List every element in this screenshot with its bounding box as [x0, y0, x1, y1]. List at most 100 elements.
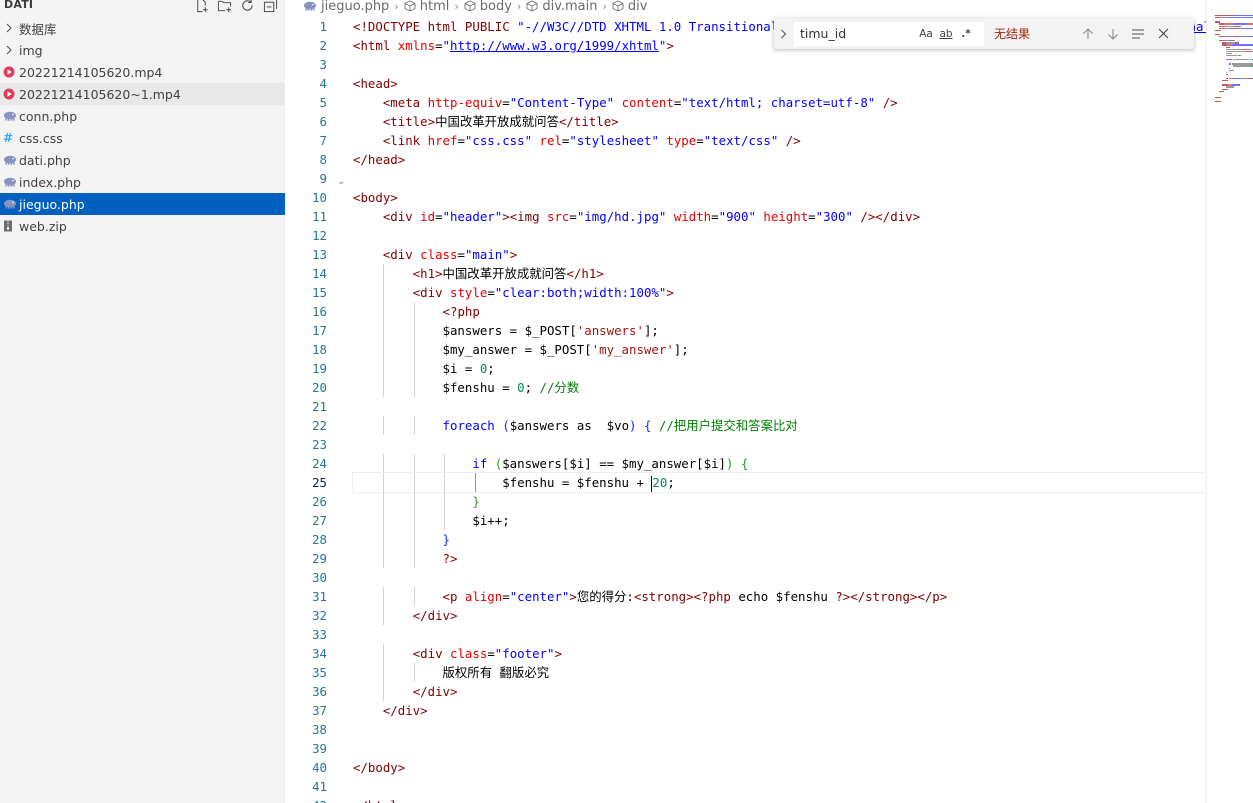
code-token: $i++;	[353, 513, 510, 528]
line-number: 22	[312, 418, 327, 433]
regex-icon[interactable]: .*	[956, 24, 976, 44]
chevron-right-icon[interactable]	[774, 18, 794, 49]
line-number: 21	[312, 399, 327, 414]
explorer-item-video[interactable]: 20221214105620~1.mp4	[0, 83, 285, 105]
code-line[interactable]: <link href="css.css" rel="stylesheet" ty…	[353, 131, 1206, 150]
code-token: /></div>	[860, 209, 921, 224]
code-line[interactable]: <div class="main">	[353, 245, 1206, 264]
code-token: }	[442, 532, 450, 547]
code-area[interactable]: <!DOCTYPE html PUBLIC "-//W3C//DTD XHTML…	[352, 17, 1253, 803]
code-line[interactable]: <head>	[353, 74, 1206, 93]
code-line[interactable]: </div>	[353, 701, 1206, 720]
code-line[interactable]: </div>	[353, 606, 1206, 625]
breadcrumb-label: html	[419, 0, 450, 14]
indent-guide	[383, 416, 385, 435]
code-line[interactable]: }	[353, 530, 1206, 549]
minimap-line	[1225, 46, 1231, 48]
arrow-down-icon[interactable]	[1102, 23, 1124, 45]
code-line[interactable]	[353, 720, 1206, 739]
code-line[interactable]: <?php	[353, 302, 1206, 321]
code-line[interactable]	[353, 777, 1206, 796]
code-line[interactable]: }	[353, 492, 1206, 511]
code-line[interactable]: $my_answer = $_POST['my_answer'];	[353, 340, 1206, 359]
code-line[interactable]: <h1>中国改革开放成就问答</h1>	[353, 264, 1206, 283]
code-line[interactable]: <meta http-equiv="Content-Type" content=…	[353, 93, 1206, 112]
new-file-icon[interactable]	[193, 0, 210, 13]
cube-icon	[526, 0, 538, 12]
code-line[interactable]	[353, 226, 1206, 245]
breadcrumb-item[interactable]: jieguo.php	[303, 0, 389, 14]
line-number: 18	[312, 342, 327, 357]
code-editor[interactable]: jieguo.php › html › body › div.main › div 123456…	[285, 0, 1253, 803]
code-line[interactable]: <body>	[353, 188, 1206, 207]
code-line[interactable]	[353, 568, 1206, 587]
find-input[interactable]	[794, 26, 916, 41]
code-line[interactable]: $i++;	[353, 511, 1206, 530]
minimap-line	[1215, 33, 1221, 36]
breadcrumb-item[interactable]: body	[464, 0, 512, 14]
code-line[interactable]	[353, 625, 1206, 644]
code-line[interactable]: </body>	[353, 758, 1206, 777]
whole-word-icon[interactable]: ab	[936, 24, 956, 44]
new-folder-icon[interactable]	[216, 0, 233, 13]
code-line[interactable]: <title>中国改革开放成就问答</title>	[353, 112, 1206, 131]
code-line[interactable]: if ($answers[$i] == $my_answer[$i]) {	[353, 454, 1206, 473]
indent-guide	[383, 473, 385, 492]
breadcrumb-item[interactable]: div	[612, 0, 647, 14]
close-icon[interactable]	[1152, 23, 1174, 45]
code-line[interactable]: </div>	[353, 682, 1206, 701]
breadcrumb: jieguo.php › html › body › div.main › div	[303, 0, 647, 14]
code-token: id	[420, 209, 436, 224]
explorer-item-php[interactable]: jieguo.php	[0, 193, 285, 215]
workspace-folder-title[interactable]: DATI	[4, 0, 33, 11]
explorer-item-css[interactable]: # css.css	[0, 127, 285, 149]
code-line[interactable]: 版权所有 翻版必究	[353, 663, 1206, 682]
explorer-item-php[interactable]: conn.php	[0, 105, 285, 127]
explorer-item-label: web.zip	[19, 218, 67, 234]
refresh-icon[interactable]	[239, 0, 256, 13]
code-line[interactable]: $i = 0;	[353, 359, 1206, 378]
breadcrumb-item[interactable]: html	[404, 0, 450, 14]
explorer-item-folder[interactable]: 数据库	[0, 17, 285, 39]
line-number: 33	[312, 627, 327, 642]
explorer-item-php[interactable]: index.php	[0, 171, 285, 193]
explorer-item-php[interactable]: dati.php	[0, 149, 285, 171]
fold-chevron-icon[interactable]: ⌄	[337, 176, 345, 187]
code-line[interactable]: </head>	[353, 150, 1206, 169]
indent-guide	[413, 473, 415, 492]
arrow-up-icon[interactable]	[1077, 23, 1099, 45]
explorer-item-zip[interactable]: web.zip	[0, 215, 285, 237]
collapse-all-icon[interactable]	[262, 0, 279, 13]
code-line[interactable]: </html>	[353, 796, 1206, 803]
line-number: 20	[312, 380, 327, 395]
code-line[interactable]	[353, 739, 1206, 758]
code-token: $i =	[353, 361, 480, 376]
code-token: <body>	[353, 190, 398, 205]
code-line[interactable]	[353, 435, 1206, 454]
minimap-line	[1234, 42, 1240, 44]
minimap-line	[1234, 15, 1253, 17]
breadcrumb-item[interactable]: div.main	[526, 0, 598, 14]
line-number: 37	[312, 703, 327, 718]
find-in-selection-icon[interactable]	[1127, 23, 1149, 45]
code-line[interactable]: foreach ($answers as $vo) { //把用户提交和答案比对	[353, 416, 1206, 435]
match-case-icon[interactable]: Aa	[916, 24, 936, 44]
code-line[interactable]: $answers = $_POST['answers'];	[353, 321, 1206, 340]
code-line[interactable]: $fenshu = $fenshu + 20;	[352, 472, 1207, 493]
code-line[interactable]: <div class="footer">	[353, 644, 1206, 663]
minimap[interactable]	[1206, 0, 1253, 803]
explorer-item-folder[interactable]: img	[0, 39, 285, 61]
code-line[interactable]: <div id="header"><img src="img/hd.jpg" w…	[353, 207, 1206, 226]
code-line[interactable]	[353, 397, 1206, 416]
code-line[interactable]: ?>	[353, 549, 1206, 568]
code-line[interactable]	[353, 55, 1206, 74]
explorer-item-video[interactable]: 20221214105620.mp4	[0, 61, 285, 83]
indent-guide	[383, 302, 385, 321]
code-line[interactable]: <p align="center">您的得分:<strong><?php ech…	[353, 587, 1206, 606]
minimap-line	[1225, 36, 1233, 38]
code-line[interactable]: $fenshu = 0; //分数	[353, 378, 1206, 397]
code-line[interactable]: <div style="clear:both;width:100%">	[353, 283, 1206, 302]
code-token: <div	[382, 247, 421, 262]
code-line[interactable]	[353, 169, 1206, 188]
